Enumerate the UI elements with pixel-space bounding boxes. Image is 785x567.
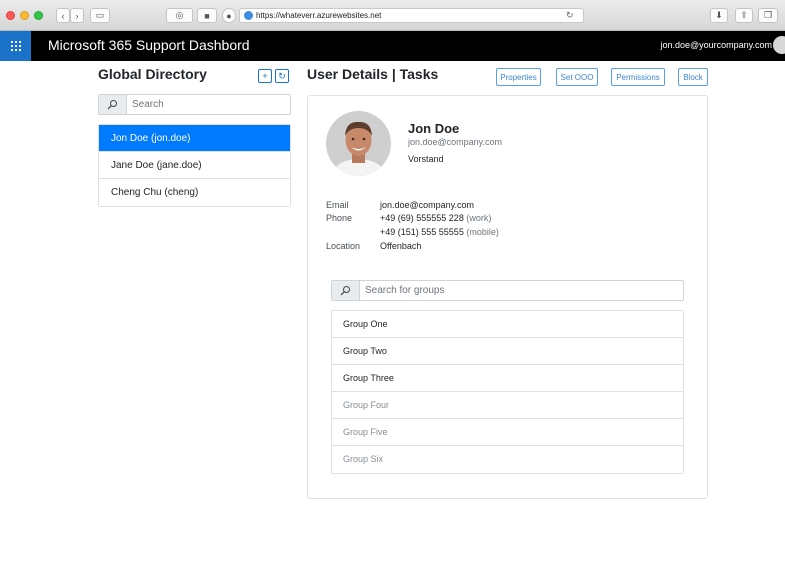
search-icon (340, 286, 350, 296)
app-header: Microsoft 365 Support Dashbord jon.doe@y… (0, 31, 785, 61)
privacy-icon[interactable]: ● (222, 8, 236, 23)
back-icon[interactable]: ‹ (56, 8, 70, 23)
search-addon (99, 95, 127, 114)
add-user-button[interactable]: + (258, 69, 272, 83)
signed-in-user-email[interactable]: jon.doe@yourcompany.com (660, 40, 772, 50)
address-bar[interactable]: https://whateverr.azurewebsites.net ↻ (239, 8, 584, 23)
user-list-item-cheng-chu[interactable]: Cheng Chu (cheng) (99, 179, 290, 206)
minimize-window-button[interactable] (20, 11, 29, 20)
profile-name: Jon Doe (408, 121, 460, 136)
profile-email: jon.doe@company.com (408, 137, 503, 147)
globe-icon (244, 11, 253, 20)
app-title: Microsoft 365 Support Dashbord (48, 37, 250, 53)
group-search-addon (332, 281, 360, 300)
user-avatar-icon[interactable] (773, 36, 785, 54)
group-search-input[interactable] (365, 283, 665, 298)
extension-icon[interactable]: ■ (197, 8, 217, 23)
profile-role: Vorstand (408, 154, 444, 164)
group-list-item[interactable]: Group Three (332, 365, 683, 392)
phone-mobile-number: +49 (151) 555 55555 (380, 227, 464, 237)
waffle-icon (10, 41, 21, 51)
set-ooo-button[interactable]: Set OOO (556, 68, 598, 86)
group-list-item[interactable]: Group One (332, 311, 683, 338)
tabs-icon[interactable]: ❐ (758, 8, 778, 23)
app-launcher-button[interactable] (0, 31, 31, 61)
group-list: Group One Group Two Group Three Group Fo… (331, 310, 684, 474)
phone-mobile[interactable]: +49 (151) 555 55555 (mobile) (380, 227, 499, 237)
properties-button[interactable]: Properties (496, 68, 541, 86)
user-list: Jon Doe (jon.doe) Jane Doe (jane.doe) Ch… (98, 124, 291, 207)
reader-icon[interactable]: ◎ (166, 8, 193, 23)
permissions-button[interactable]: Permissions (611, 68, 665, 86)
email-label: Email (326, 200, 349, 210)
group-search-box (331, 280, 684, 301)
email-value[interactable]: jon.doe@company.com (380, 200, 474, 210)
location-value: Offenbach (380, 241, 422, 251)
group-list-item[interactable]: Group Five (332, 419, 683, 446)
directory-search-box (98, 94, 291, 115)
download-icon[interactable]: ⬇ (710, 8, 728, 23)
close-window-button[interactable] (6, 11, 15, 20)
location-label: Location (326, 241, 361, 251)
directory-title: Global Directory (98, 66, 207, 82)
share-icon[interactable]: ⇪ (735, 8, 753, 23)
phone-mobile-tag: (mobile) (466, 227, 499, 237)
group-list-item[interactable]: Group Four (332, 392, 683, 419)
profile-photo (326, 111, 391, 176)
search-icon (107, 100, 117, 110)
group-list-item[interactable]: Group Six (332, 446, 683, 473)
user-list-item-jon-doe[interactable]: Jon Doe (jon.doe) (99, 125, 290, 152)
phone-work-number: +49 (69) 555555 228 (380, 213, 464, 223)
directory-search-input[interactable] (132, 97, 282, 112)
phone-work[interactable]: +49 (69) 555555 228 (work) (380, 213, 491, 223)
reload-icon[interactable]: ↻ (566, 9, 574, 22)
forward-icon[interactable]: › (70, 8, 84, 23)
phone-label: Phone (326, 213, 353, 223)
user-details-title: User Details | Tasks (307, 66, 439, 82)
user-list-item-jane-doe[interactable]: Jane Doe (jane.doe) (99, 152, 290, 179)
browser-toolbar: ‹ › ▭ ◎ ■ ● https://whateverr.azurewebsi… (0, 0, 785, 31)
sidebar-icon[interactable]: ▭ (90, 8, 110, 23)
phone-work-tag: (work) (466, 213, 492, 223)
url-text: https://whateverr.azurewebsites.net (256, 11, 382, 20)
zoom-window-button[interactable] (34, 11, 43, 20)
group-list-item[interactable]: Group Two (332, 338, 683, 365)
block-button[interactable]: Block (678, 68, 708, 86)
refresh-button[interactable]: ↻ (275, 69, 289, 83)
